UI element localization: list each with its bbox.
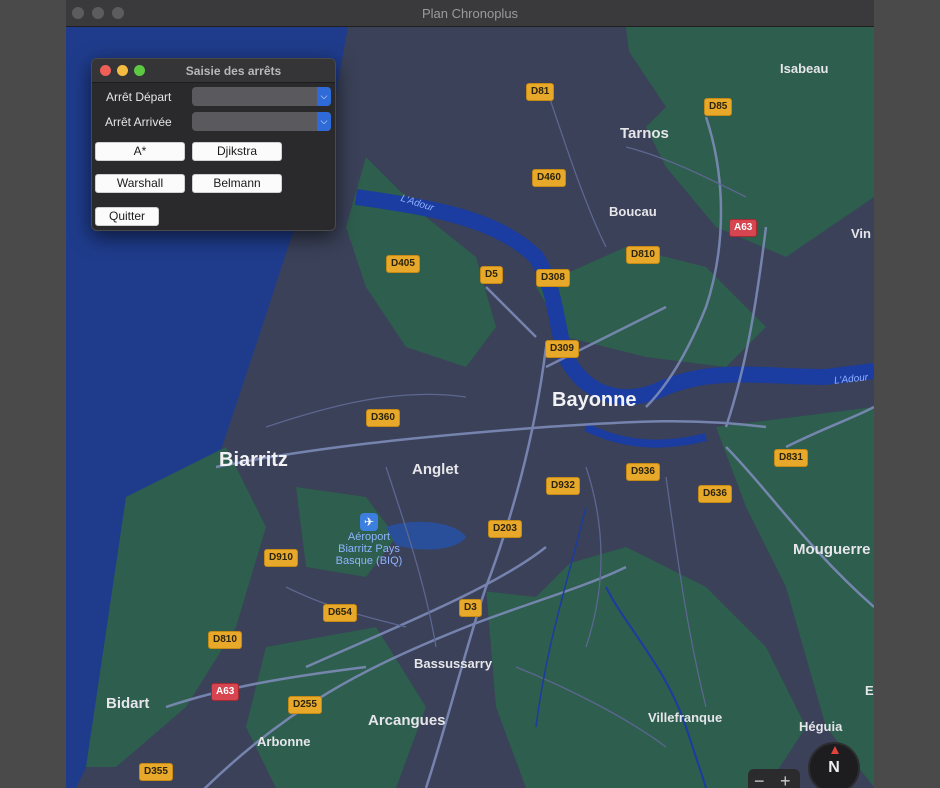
road-shield-d355: D355 bbox=[139, 763, 173, 781]
place-bassussarry: Bassussarry bbox=[414, 656, 493, 671]
depart-combobox[interactable]: ⌵ bbox=[192, 87, 331, 106]
road-shield-d3: D3 bbox=[459, 599, 482, 617]
belmann-button[interactable]: Belmann bbox=[192, 174, 282, 193]
road-shield-d309: D309 bbox=[545, 340, 579, 358]
zoom-control: − + bbox=[748, 769, 800, 788]
road-shield-d85: D85 bbox=[704, 98, 733, 116]
arrivee-combobox[interactable]: ⌵ bbox=[192, 112, 331, 131]
road-shield-d810-south: D810 bbox=[208, 631, 242, 649]
place-isabeau: Isabeau bbox=[780, 61, 829, 76]
airplane-icon[interactable]: ✈ bbox=[360, 513, 378, 531]
airport-label-line3: Basque (BIQ) bbox=[335, 555, 403, 567]
place-bidart: Bidart bbox=[106, 695, 150, 712]
window-title: Plan Chronoplus bbox=[421, 6, 519, 21]
road-shield-d255: D255 bbox=[288, 696, 322, 714]
dialog-title: Saisie des arrêts bbox=[185, 64, 282, 78]
place-boucau: Boucau bbox=[609, 204, 657, 219]
road-shield-a63-south: A63 bbox=[211, 683, 240, 701]
compass-needle-icon bbox=[831, 746, 839, 754]
stop-entry-dialog: Saisie des arrêts Arrêt Départ ⌵ Arrêt A… bbox=[91, 58, 336, 231]
road-shield-a63-north: A63 bbox=[729, 219, 758, 237]
road-shield-d81: D81 bbox=[526, 83, 555, 101]
road-shield-d5: D5 bbox=[480, 266, 503, 284]
dijkstra-button[interactable]: Djikstra bbox=[192, 142, 282, 161]
chevron-down-icon[interactable]: ⌵ bbox=[317, 112, 331, 131]
compass-button[interactable]: N bbox=[808, 742, 860, 788]
road-shield-d932: D932 bbox=[546, 477, 580, 495]
arrivee-label: Arrêt Arrivée bbox=[105, 115, 172, 129]
road-shield-d831: D831 bbox=[774, 449, 808, 467]
place-vin: Vin bbox=[851, 226, 871, 241]
airport-label-line1: Aéroport bbox=[347, 531, 391, 543]
quitter-button[interactable]: Quitter bbox=[95, 207, 159, 226]
place-anglet: Anglet bbox=[412, 461, 459, 478]
road-shield-d460: D460 bbox=[532, 169, 566, 187]
warshall-button[interactable]: Warshall bbox=[95, 174, 185, 193]
airport-label: Aéroport Biarritz Pays Basque (BIQ) bbox=[334, 531, 404, 567]
road-shield-d636: D636 bbox=[698, 485, 732, 503]
airport-label-line2: Biarritz Pays bbox=[338, 543, 400, 555]
place-bayonne: Bayonne bbox=[552, 389, 637, 411]
title-bar: Plan Chronoplus bbox=[66, 0, 874, 27]
place-mouguerre: Mouguerre bbox=[793, 541, 871, 558]
place-biarritz: Biarritz bbox=[219, 449, 288, 471]
depart-label: Arrêt Départ bbox=[106, 90, 172, 104]
road-shield-d203: D203 bbox=[488, 520, 522, 538]
road-shield-d936: D936 bbox=[626, 463, 660, 481]
chevron-down-icon[interactable]: ⌵ bbox=[317, 87, 331, 106]
dialog-title-bar: Saisie des arrêts bbox=[92, 59, 335, 83]
place-e: E bbox=[865, 683, 874, 698]
road-shield-d810-north: D810 bbox=[626, 246, 660, 264]
place-tarnos: Tarnos bbox=[620, 125, 669, 142]
road-shield-d308: D308 bbox=[536, 269, 570, 287]
zoom-in-button[interactable]: + bbox=[780, 771, 791, 788]
dialog-close-button[interactable] bbox=[100, 65, 111, 76]
road-shield-d405: D405 bbox=[386, 255, 420, 273]
place-villefranque: Villefranque bbox=[648, 710, 723, 725]
astar-button[interactable]: A* bbox=[95, 142, 185, 161]
dialog-minimize-button[interactable] bbox=[117, 65, 128, 76]
place-arbonne: Arbonne bbox=[257, 734, 311, 749]
road-shield-d910: D910 bbox=[264, 549, 298, 567]
compass-north-label: N bbox=[828, 759, 840, 776]
place-heguia: Héguia bbox=[799, 719, 843, 734]
place-arcangues: Arcangues bbox=[368, 712, 446, 729]
zoom-out-button[interactable]: − bbox=[754, 771, 765, 788]
road-shield-d360: D360 bbox=[366, 409, 400, 427]
road-shield-d654: D654 bbox=[323, 604, 357, 622]
